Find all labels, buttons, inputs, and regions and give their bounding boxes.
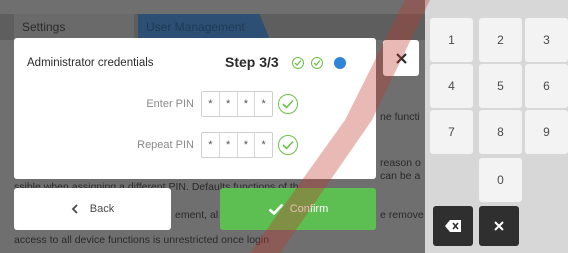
background-text: ement, al <box>175 209 219 221</box>
pin-digit: * <box>218 92 237 116</box>
pin-digit: * <box>208 98 213 110</box>
key-3[interactable]: 3 <box>525 18 568 62</box>
back-button[interactable]: Back <box>14 188 171 230</box>
clear-key[interactable] <box>479 206 519 246</box>
pin-digit: * <box>208 139 213 151</box>
backspace-icon <box>445 220 461 232</box>
background-text: can be a <box>380 170 421 182</box>
step-done-icon <box>311 57 323 69</box>
close-dialog-button[interactable] <box>383 40 419 76</box>
pin-digit: * <box>218 133 237 157</box>
key-5[interactable]: 5 <box>479 64 522 108</box>
key-9[interactable]: 9 <box>525 110 568 154</box>
dialog-title: Administrator credentials <box>27 57 154 69</box>
repeat-pin-field[interactable]: * * * * <box>201 132 273 158</box>
enter-pin-field[interactable]: * * * * <box>201 91 273 117</box>
key-0[interactable]: 0 <box>479 158 522 202</box>
step-indicator: Step 3/3 <box>225 54 279 70</box>
background-text: e remove <box>380 209 424 221</box>
check-icon <box>278 94 298 114</box>
tab-settings: Settings <box>14 14 134 40</box>
check-icon <box>278 135 298 155</box>
numeric-keypad: 1 2 3 4 5 6 7 8 9 0 <box>425 0 568 253</box>
close-icon <box>494 221 504 231</box>
key-2[interactable]: 2 <box>479 18 522 62</box>
pin-digit: * <box>236 92 255 116</box>
chevron-left-icon <box>71 204 78 214</box>
key-8[interactable]: 8 <box>479 110 522 154</box>
backspace-key[interactable] <box>433 206 473 246</box>
enter-pin-label: Enter PIN <box>146 98 194 110</box>
pin-digit: * <box>254 92 272 116</box>
background-text: access to all device functions is unrest… <box>14 234 270 246</box>
confirm-button-label: Confirm <box>289 203 329 215</box>
key-6[interactable]: 6 <box>525 64 568 108</box>
pin-digit: * <box>236 133 255 157</box>
step-active-dot <box>334 57 346 69</box>
pin-digit: * <box>254 133 272 157</box>
check-icon <box>268 203 284 215</box>
background-text: ne functi <box>380 111 420 123</box>
background-tab-bar: Settings User Management <box>0 14 425 40</box>
key-4[interactable]: 4 <box>430 64 473 108</box>
key-7[interactable]: 7 <box>430 110 473 154</box>
key-1[interactable]: 1 <box>430 18 473 62</box>
credentials-dialog: Administrator credentials Step 3/3 Enter… <box>14 38 376 179</box>
confirm-button[interactable]: Confirm <box>220 188 376 230</box>
background-text: reason o <box>380 157 421 169</box>
step-done-icon <box>292 57 304 69</box>
repeat-pin-label: Repeat PIN <box>137 139 194 151</box>
back-button-label: Back <box>89 203 115 215</box>
tab-user-management: User Management <box>138 14 270 40</box>
close-icon <box>395 52 407 64</box>
